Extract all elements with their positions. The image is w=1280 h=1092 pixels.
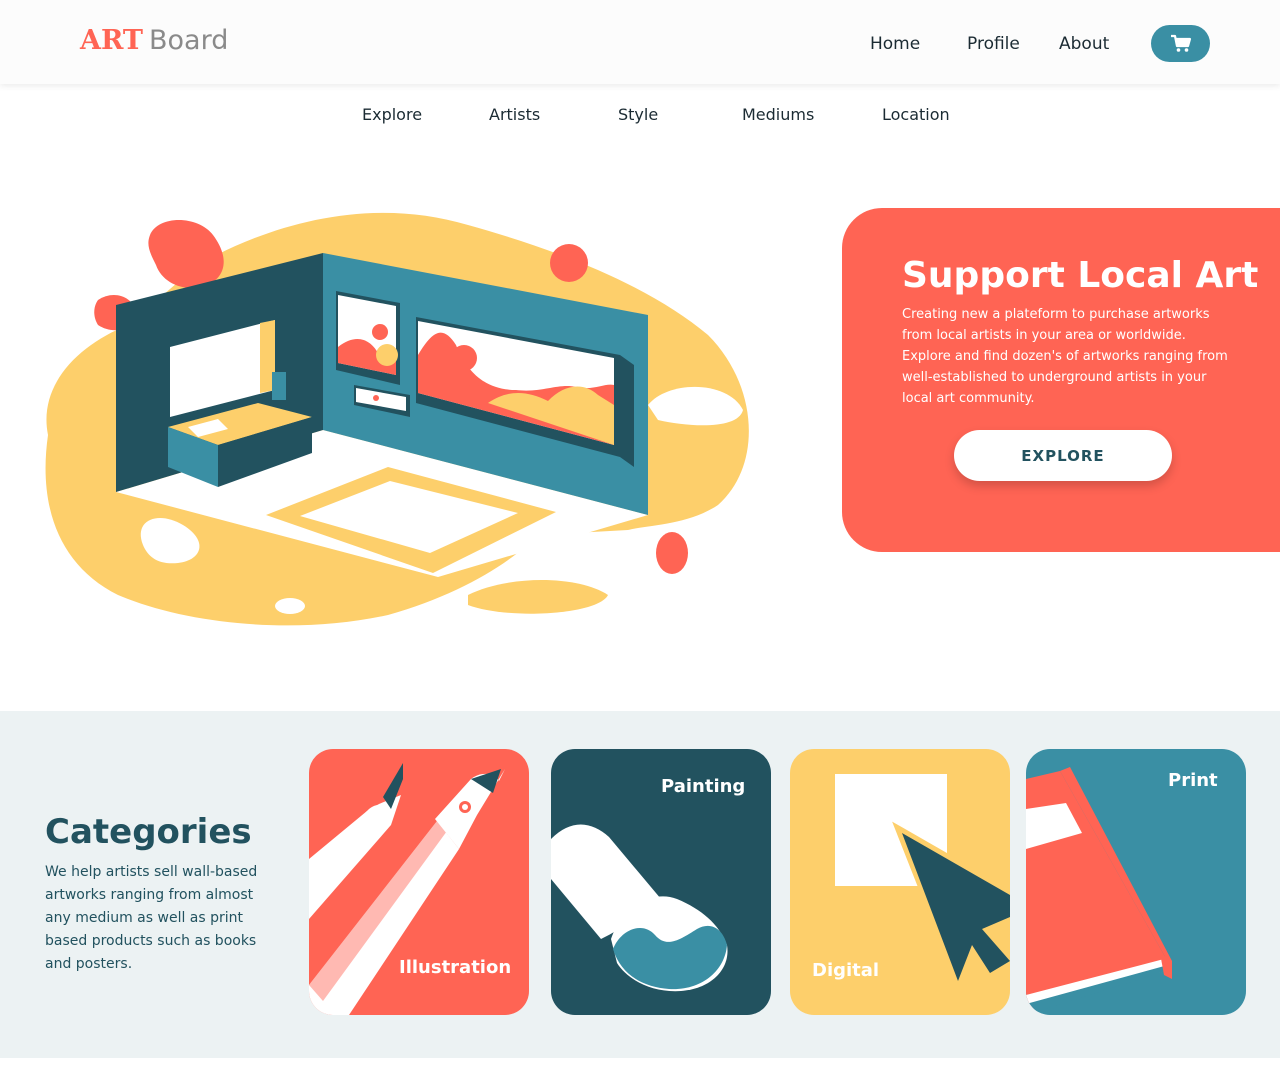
explore-button[interactable]: EXPLORE <box>954 430 1172 481</box>
categories-description: We help artists sell wall-based artworks… <box>45 864 258 972</box>
categories-section: Categories We help artists sell wall-bas… <box>0 711 1280 1058</box>
category-card-print[interactable]: Print <box>1026 749 1246 1015</box>
category-label-illustration: Illustration <box>399 957 512 978</box>
subnav-style[interactable]: Style <box>618 104 658 126</box>
hero-title: Support Local Art <box>902 255 1259 296</box>
category-label-digital: Digital <box>812 960 880 981</box>
subnav-mediums[interactable]: Mediums <box>742 104 814 126</box>
subnav-location[interactable]: Location <box>882 104 950 126</box>
hero-card: Support Local Art Creating new a platefo… <box>842 208 1280 552</box>
shopping-cart-icon <box>1170 34 1191 52</box>
logo-art: ART <box>80 25 144 56</box>
nav-home[interactable]: Home <box>870 33 920 55</box>
nav-about[interactable]: About <box>1059 33 1109 55</box>
cart-button[interactable] <box>1151 25 1210 62</box>
gallery-illustration <box>45 212 749 626</box>
logo-board: Board <box>149 25 229 56</box>
subnav-artists[interactable]: Artists <box>489 104 540 126</box>
category-label-painting: Painting <box>661 776 746 797</box>
hero-description: Creating new a plateform to purchase art… <box>902 307 1228 406</box>
category-card-painting[interactable]: Painting <box>551 749 771 1015</box>
logo[interactable]: ART Board <box>80 24 228 58</box>
category-label-print: Print <box>1168 770 1218 791</box>
nav-profile[interactable]: Profile <box>967 33 1020 55</box>
categories-title: Categories <box>45 812 252 852</box>
site-header: ART Board Home Profile About <box>0 0 1280 84</box>
category-card-illustration[interactable]: Illustration <box>309 749 529 1015</box>
subnav-explore[interactable]: Explore <box>362 104 422 126</box>
category-card-digital[interactable]: Digital <box>790 749 1010 1015</box>
